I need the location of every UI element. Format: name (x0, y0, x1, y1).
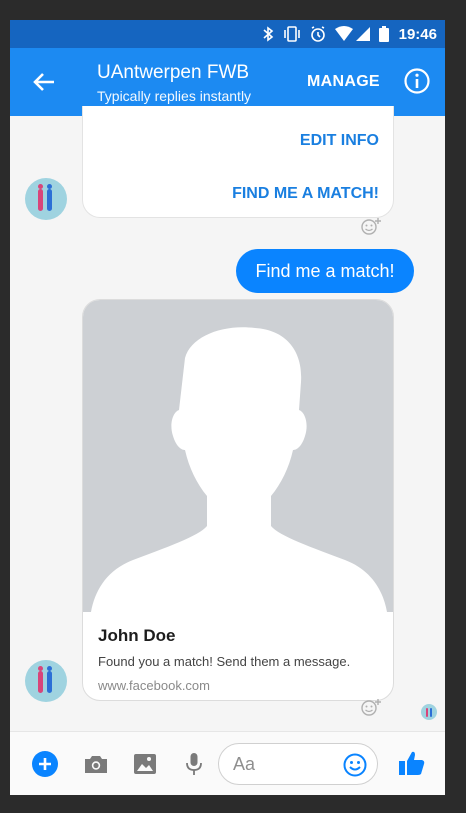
react-emoji-icon[interactable] (360, 696, 382, 718)
message-list[interactable]: EDIT INFO FIND ME A MATCH! Find me a mat… (10, 106, 445, 731)
status-bar: 19:46 (10, 20, 445, 48)
gallery-icon[interactable] (132, 751, 158, 777)
match-card[interactable]: John Doe Found you a match! Send them a … (82, 299, 394, 701)
find-match-button[interactable]: FIND ME A MATCH! (232, 185, 379, 203)
page-subtitle: Typically replies instantly (97, 88, 252, 104)
page-title[interactable]: UAntwerpen FWB (97, 62, 249, 84)
profile-placeholder-image (83, 300, 393, 612)
camera-icon[interactable] (83, 751, 109, 777)
manage-button[interactable]: MANAGE (307, 73, 380, 91)
status-time: 19:46 (398, 25, 437, 43)
match-name: John Doe (98, 626, 176, 645)
seen-avatar (421, 704, 437, 720)
alarm-icon (310, 26, 326, 42)
microphone-icon[interactable] (181, 751, 207, 777)
battery-icon (378, 26, 389, 42)
sent-message-bubble[interactable]: Find me a match! (236, 249, 414, 293)
message-composer (10, 731, 445, 795)
edit-info-button[interactable]: EDIT INFO (300, 132, 379, 150)
info-icon[interactable] (403, 67, 431, 95)
emoji-icon[interactable] (343, 753, 367, 777)
wifi-icon (334, 26, 353, 42)
signal-icon (355, 26, 370, 42)
match-url[interactable]: www.facebook.com (98, 678, 210, 693)
match-description: Found you a match! Send them a message. (98, 654, 351, 669)
bot-avatar[interactable] (25, 178, 67, 220)
bot-avatar[interactable] (25, 660, 67, 702)
react-emoji-icon[interactable] (360, 215, 382, 237)
bot-options-card: EDIT INFO FIND ME A MATCH! (82, 106, 394, 218)
bluetooth-icon (262, 26, 274, 42)
message-input[interactable] (233, 753, 333, 775)
phone-screen: 19:46 UAntwerpen FWB Typically replies i… (10, 20, 445, 795)
vibrate-icon (283, 26, 301, 42)
plus-icon[interactable] (32, 751, 58, 777)
back-arrow-icon[interactable] (30, 68, 58, 96)
like-icon[interactable] (398, 749, 425, 775)
message-input-box[interactable] (218, 743, 378, 785)
